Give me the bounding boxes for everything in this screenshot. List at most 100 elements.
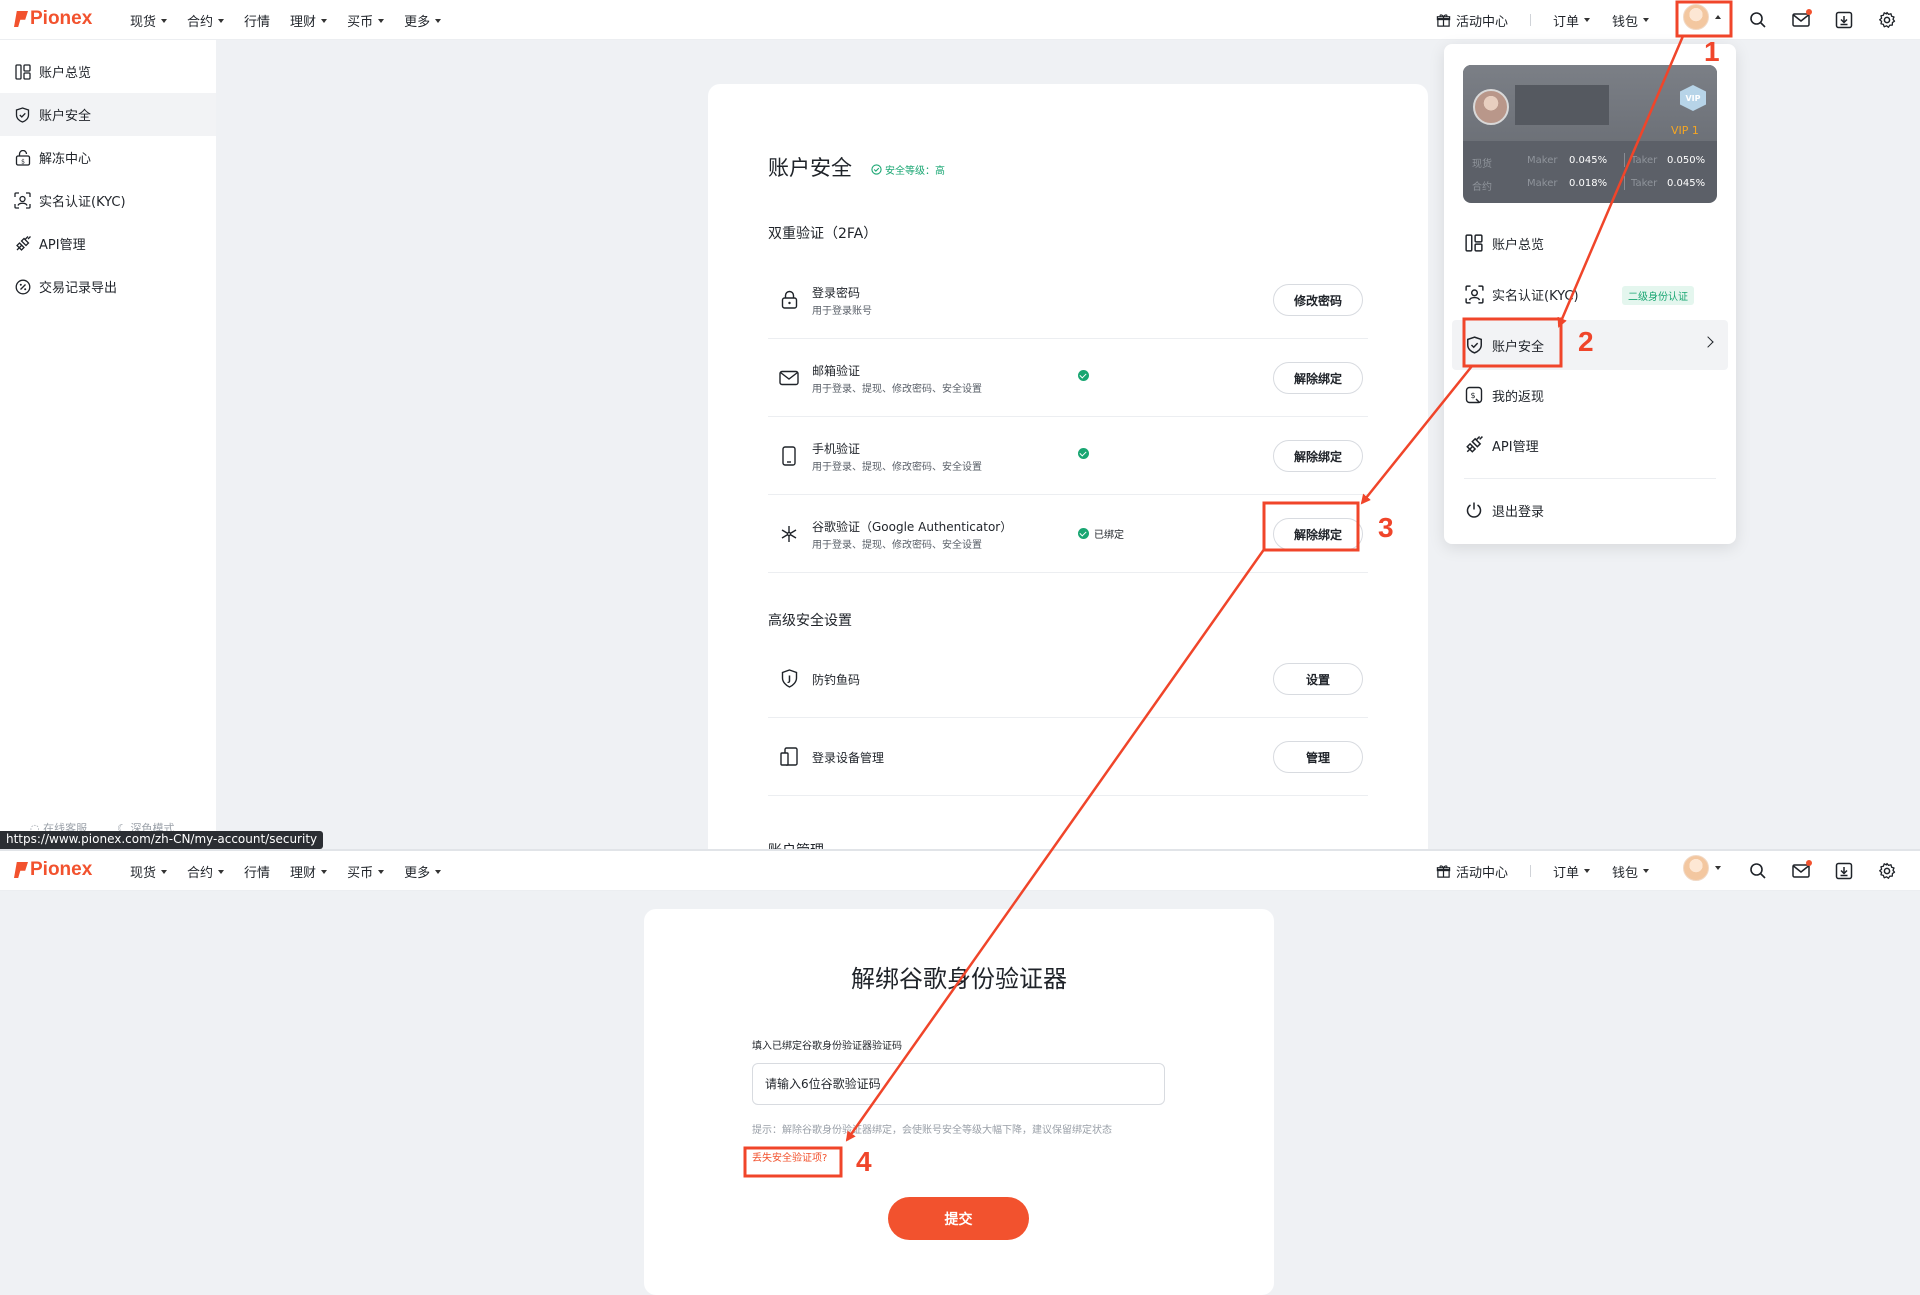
top-nav: Pionex 现货 合约 行情 理财 买币 更多 活动中心 订单 钱包 [0, 0, 1920, 40]
menu-spot[interactable]: 现货 [120, 11, 177, 30]
device-management-button[interactable]: 管理 [1273, 741, 1363, 773]
code-field-label: 填入已绑定谷歌身份验证器验证码 [752, 1041, 902, 1052]
power-icon [1464, 500, 1484, 520]
orders-menu[interactable]: 订单 [1553, 11, 1591, 30]
status-bar-url: https://www.pionex.com/zh-CN/my-account/… [0, 831, 324, 849]
step-number-3: 3 [1378, 512, 1394, 543]
gift-icon [1436, 13, 1451, 27]
security-card: 账户安全 安全等级：高 双重验证（2FA） 登录密码 用于登录账号 修改密码 邮… [708, 84, 1428, 849]
logo-mark-icon [14, 11, 28, 27]
top-nav: Pionex 现货 合约 行情 理财 买币 更多 活动中心 订单 钱包 [0, 851, 1920, 891]
search-button[interactable] [1748, 861, 1768, 881]
google-code-input[interactable] [752, 1063, 1165, 1105]
unfreeze-icon: $ [14, 149, 31, 166]
unbind-authenticator-screen: Pionex 现货 合约 行情 理财 买币 更多 活动中心 订单 钱包 解绑谷歌… [0, 849, 1920, 1295]
step-number-2: 2 [1578, 326, 1594, 357]
messages-button[interactable] [1791, 860, 1812, 881]
kyc-icon [14, 192, 31, 209]
step-number-1: 1 [1704, 36, 1720, 67]
pionex-logo[interactable]: Pionex [14, 8, 92, 30]
sidebar-item-export[interactable]: 交易记录导出 [0, 265, 216, 308]
futures-taker-fee: 0.045% [1667, 178, 1706, 189]
menu-more[interactable]: 更多 [394, 862, 451, 881]
download-icon [1835, 11, 1853, 29]
gear-icon [1879, 862, 1896, 879]
sidebar-item-api[interactable]: API管理 [0, 222, 216, 265]
check-circle-icon [1078, 448, 1089, 459]
phone-status [1078, 448, 1094, 459]
sidebar-item-overview[interactable]: 账户总览 [0, 50, 216, 93]
dropdown-item-kyc[interactable]: 实名认证(KYC) 二级身份认证 [1452, 269, 1728, 319]
menu-markets[interactable]: 行情 [234, 11, 280, 30]
main-menu: 现货 合约 行情 理财 买币 更多 [120, 11, 451, 30]
check-circle-icon [1078, 528, 1089, 539]
search-button[interactable] [1748, 10, 1768, 30]
overview-icon [1464, 233, 1484, 253]
gear-icon [1879, 11, 1896, 28]
avatar [1683, 855, 1709, 881]
menu-earn[interactable]: 理财 [280, 862, 337, 881]
unbind-phone-button[interactable]: 解除绑定 [1273, 440, 1363, 472]
row-login-password: 登录密码 用于登录账号 修改密码 [768, 261, 1368, 339]
svg-text:$: $ [1470, 391, 1475, 400]
search-icon [1750, 863, 1766, 879]
user-avatar-menu[interactable] [1683, 4, 1721, 30]
menu-buy-crypto[interactable]: 买币 [337, 11, 394, 30]
logout-button[interactable]: 退出登录 [1452, 485, 1728, 535]
api-icon [14, 235, 31, 252]
pionex-logo[interactable]: Pionex [14, 859, 92, 881]
menu-buy-crypto[interactable]: 买币 [337, 862, 394, 881]
menu-markets[interactable]: 行情 [234, 862, 280, 881]
sidebar-item-security[interactable]: 账户安全 [0, 93, 216, 136]
main-menu: 现货 合约 行情 理财 买币 更多 [120, 862, 451, 881]
mail-icon [778, 367, 800, 389]
unbind-email-button[interactable]: 解除绑定 [1273, 362, 1363, 394]
svg-text:$: $ [21, 158, 25, 165]
menu-more[interactable]: 更多 [394, 11, 451, 30]
menu-earn[interactable]: 理财 [280, 11, 337, 30]
download-button[interactable] [1834, 10, 1854, 30]
shield-icon [14, 106, 31, 123]
settings-button[interactable] [1877, 10, 1897, 30]
nav-right: 活动中心 订单 钱包 [1436, 0, 1650, 40]
settings-button[interactable] [1877, 861, 1897, 881]
menu-spot[interactable]: 现货 [120, 862, 177, 881]
submit-button[interactable]: 提交 [888, 1197, 1029, 1240]
activity-center-link[interactable]: 活动中心 [1436, 862, 1508, 881]
row-email-verification: 邮箱验证 用于登录、提现、修改密码、安全设置 解除绑定 [768, 339, 1368, 417]
dropdown-item-cashback[interactable]: $ 我的返现 [1452, 370, 1728, 420]
dropdown-item-overview[interactable]: 账户总览 [1452, 218, 1728, 268]
kyc-icon [1464, 284, 1484, 304]
dropdown-item-api[interactable]: API管理 [1452, 420, 1728, 470]
search-icon [1750, 12, 1766, 28]
messages-button[interactable] [1791, 9, 1812, 30]
activity-center-link[interactable]: 活动中心 [1436, 11, 1508, 30]
sidebar-item-kyc[interactable]: 实名认证(KYC) [0, 179, 216, 222]
caret-down-icon [435, 869, 442, 874]
wallet-menu[interactable]: 钱包 [1612, 862, 1650, 881]
menu-futures[interactable]: 合约 [177, 11, 234, 30]
caret-down-icon [1584, 18, 1591, 22]
user-avatar-menu[interactable] [1683, 855, 1721, 881]
menu-futures[interactable]: 合约 [177, 862, 234, 881]
download-button[interactable] [1834, 861, 1854, 881]
page-title: 账户安全 [768, 156, 852, 180]
redacted-username [1515, 85, 1609, 125]
sidebar-item-unfreeze[interactable]: $ 解冻中心 [0, 136, 216, 179]
row-anti-phishing: J 防钓鱼码 设置 [768, 640, 1368, 718]
advanced-security-heading: 高级安全设置 [768, 613, 852, 629]
shield-code-icon: J [778, 668, 800, 690]
lock-icon [778, 289, 800, 311]
caret-down-icon [161, 18, 168, 23]
caret-down-icon [218, 18, 225, 23]
row-device-management: 登录设备管理 管理 [768, 718, 1368, 796]
lost-security-item-link[interactable]: 丢失安全验证项? [752, 1149, 827, 1164]
anti-phishing-settings-button[interactable]: 设置 [1273, 663, 1363, 695]
orders-menu[interactable]: 订单 [1553, 862, 1591, 881]
change-password-button[interactable]: 修改密码 [1273, 284, 1363, 316]
check-circle-icon [1078, 370, 1089, 381]
account-sidebar: 账户总览 账户安全 $ 解冻中心 实名认证(KYC) API管理 交易记录导出 … [0, 40, 216, 849]
wallet-menu[interactable]: 钱包 [1612, 11, 1650, 30]
nav-divider [1530, 865, 1532, 877]
unbind-google-authenticator-button[interactable]: 解除绑定 [1273, 518, 1363, 550]
